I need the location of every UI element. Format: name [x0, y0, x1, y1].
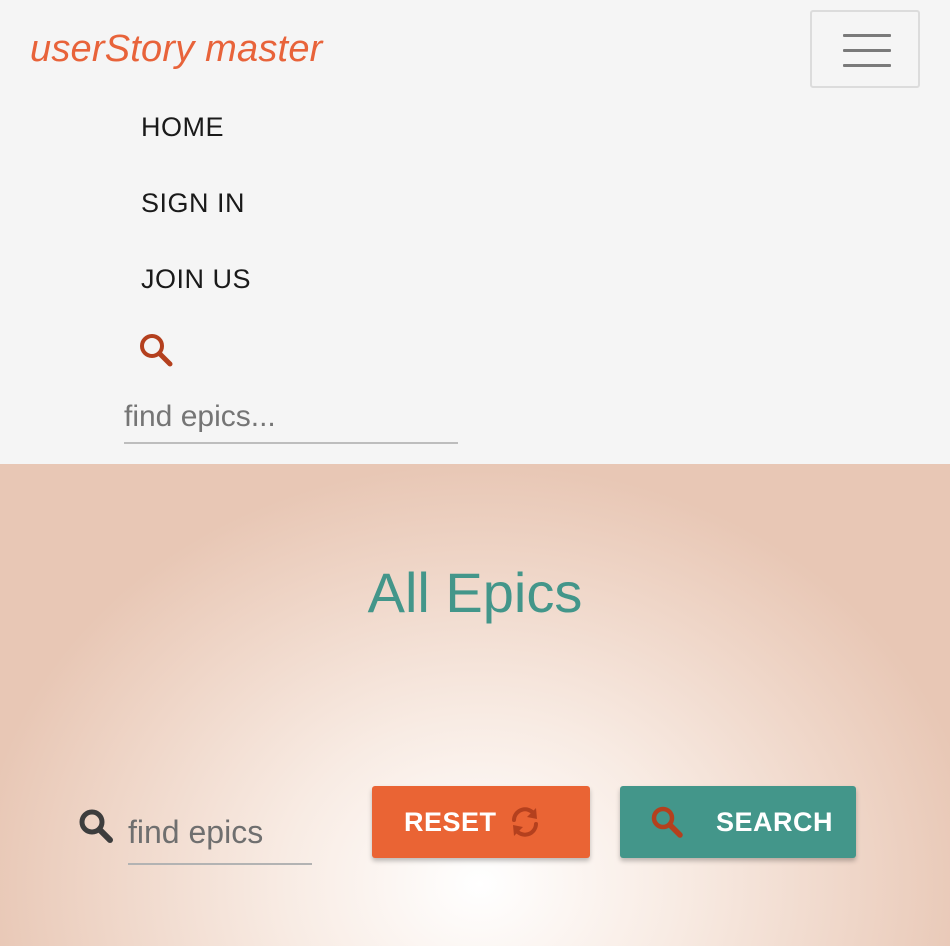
- nav-link-sign-in[interactable]: SIGN IN: [141, 188, 245, 219]
- search-icon[interactable]: [137, 331, 175, 369]
- epics-search-input[interactable]: [128, 801, 312, 865]
- nav-link-join-us[interactable]: JOIN US: [141, 264, 251, 295]
- nav-link-home[interactable]: HOME: [141, 112, 224, 143]
- reset-button[interactable]: RESET: [372, 786, 590, 858]
- navbar: userStory master HOME SIGN IN JOIN US: [0, 0, 950, 464]
- reset-button-label: RESET: [404, 807, 497, 837]
- search-button[interactable]: SEARCH: [620, 786, 856, 858]
- page-title: All Epics: [367, 561, 583, 624]
- epics-hero: All Epics RESET SEARCH: [0, 464, 950, 946]
- refresh-icon: [509, 806, 541, 838]
- search-icon: [78, 808, 114, 844]
- brand-logo[interactable]: userStory master: [30, 28, 323, 71]
- search-button-label: SEARCH: [716, 807, 834, 837]
- nav-search-input[interactable]: [124, 392, 458, 444]
- navbar-toggler-button[interactable]: [810, 10, 920, 88]
- search-icon: [650, 805, 684, 839]
